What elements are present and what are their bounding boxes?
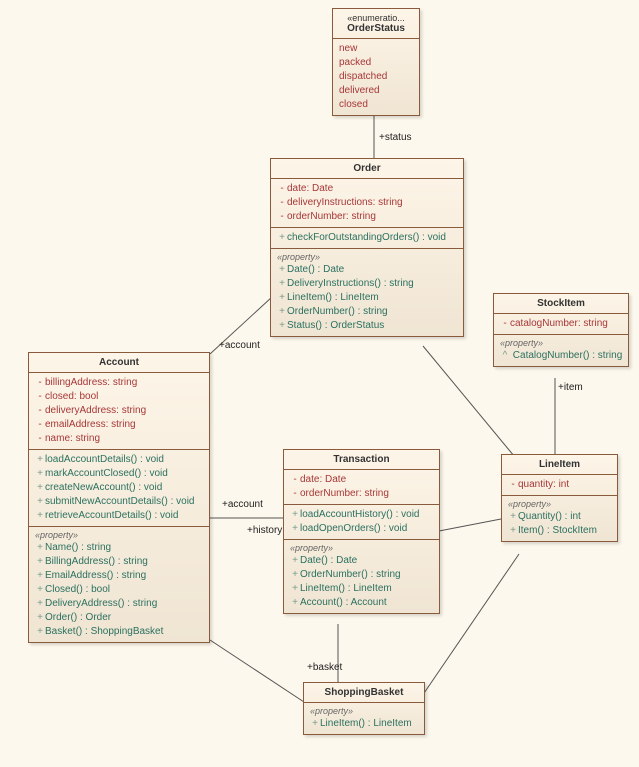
- role-history: +history: [247, 525, 282, 536]
- class-lineitem[interactable]: LineItem -quantity: int «property» +Quan…: [501, 454, 618, 542]
- operations-section: +loadAccountHistory() : void +loadOpenOr…: [284, 505, 439, 540]
- property-section: «property» ^ CatalogNumber() : string: [494, 335, 628, 366]
- role-basket: +basket: [307, 662, 342, 673]
- property-section: «property» +Quantity() : int +Item() : S…: [502, 496, 617, 541]
- role-account-txn: +account: [222, 499, 263, 510]
- class-title: StockItem: [494, 294, 628, 314]
- class-title: LineItem: [502, 455, 617, 475]
- property-section: «property» +Name() : string +BillingAddr…: [29, 527, 209, 642]
- class-title: «enumeratio... OrderStatus: [333, 9, 419, 39]
- class-title: ShoppingBasket: [304, 683, 424, 703]
- operations-section: +loadAccountDetails() : void +markAccoun…: [29, 450, 209, 527]
- attributes-section: -date: Date -deliveryInstructions: strin…: [271, 179, 463, 228]
- attributes-section: -quantity: int: [502, 475, 617, 496]
- operations-section: +checkForOutstandingOrders() : void: [271, 228, 463, 249]
- class-title: Transaction: [284, 450, 439, 470]
- property-section: «property» +Date() : Date +DeliveryInstr…: [271, 249, 463, 336]
- class-shoppingbasket[interactable]: ShoppingBasket «property» +LineItem() : …: [303, 682, 425, 735]
- class-title: Account: [29, 353, 209, 373]
- role-account-order: +account: [219, 340, 260, 351]
- class-title: Order: [271, 159, 463, 179]
- class-stockitem[interactable]: StockItem -catalogNumber: string «proper…: [493, 293, 629, 367]
- attributes-section: -catalogNumber: string: [494, 314, 628, 335]
- role-item: +item: [558, 382, 583, 393]
- role-status: +status: [379, 132, 412, 143]
- property-section: «property» +Date() : Date +OrderNumber()…: [284, 540, 439, 613]
- attributes-section: -date: Date -orderNumber: string: [284, 470, 439, 505]
- class-orderstatus[interactable]: «enumeratio... OrderStatus new packed di…: [332, 8, 420, 116]
- literals-section: new packed dispatched delivered closed: [333, 39, 419, 115]
- class-account[interactable]: Account -billingAddress: string -closed:…: [28, 352, 210, 643]
- class-order[interactable]: Order -date: Date -deliveryInstructions:…: [270, 158, 464, 337]
- property-section: «property» +LineItem() : LineItem: [304, 703, 424, 734]
- attributes-section: -billingAddress: string -closed: bool -d…: [29, 373, 209, 450]
- class-transaction[interactable]: Transaction -date: Date -orderNumber: st…: [283, 449, 440, 614]
